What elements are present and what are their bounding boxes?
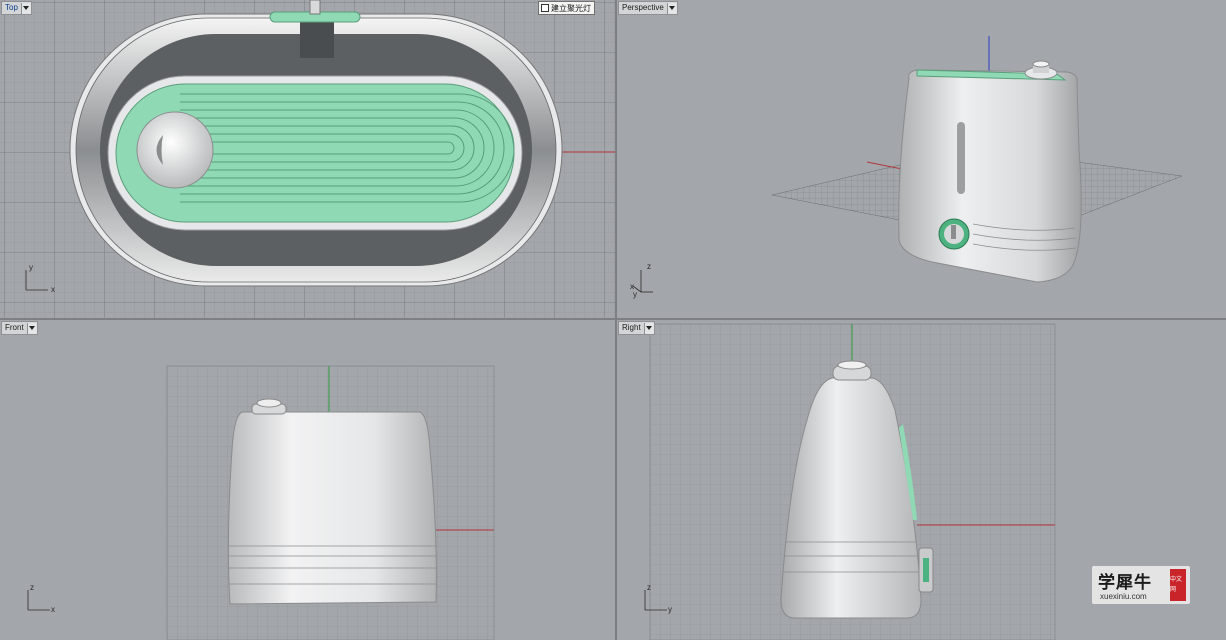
viewport-label: Front <box>5 323 24 332</box>
watermark-logo: 学犀牛 xuexiniu.com 中文网 <box>1092 566 1190 604</box>
front-viewport-scene[interactable] <box>0 320 615 640</box>
axis-label-y: y <box>29 263 33 272</box>
front-viewport[interactable]: Front z x <box>0 320 615 640</box>
top-viewport-scene[interactable] <box>0 0 615 318</box>
perspective-viewport-scene[interactable] <box>617 0 1226 318</box>
tab-top-viewport[interactable]: Top <box>1 1 32 15</box>
viewport-label: Perspective <box>622 3 664 12</box>
watermark-text: 学犀牛 <box>1098 573 1152 593</box>
axis-label-y: y <box>668 605 672 614</box>
chevron-down-icon[interactable] <box>20 2 31 14</box>
chevron-down-icon[interactable] <box>26 322 37 334</box>
watermark-seal: 中文网 <box>1170 569 1186 601</box>
viewport-label: Right <box>622 323 641 332</box>
axis-label-x: x <box>51 605 55 614</box>
axis-label-z: z <box>647 262 651 271</box>
tab-right-viewport[interactable]: Right <box>618 321 655 335</box>
viewport-label: Top <box>5 3 18 12</box>
axis-label-z: z <box>30 583 34 592</box>
chevron-down-icon[interactable] <box>666 2 677 14</box>
tab-front-viewport[interactable]: Front <box>1 321 38 335</box>
axis-label-x: x <box>51 285 55 294</box>
chevron-down-icon[interactable] <box>643 322 654 334</box>
tab-perspective-viewport[interactable]: Perspective <box>618 1 678 15</box>
watermark-url: xuexiniu.com <box>1100 592 1147 601</box>
axis-label-z: z <box>647 583 651 592</box>
spotlight-icon <box>541 4 549 12</box>
perspective-viewport[interactable]: Perspective z x y <box>617 0 1226 318</box>
top-viewport[interactable]: Top 建立聚光灯 y x <box>0 0 615 318</box>
spotlight-button[interactable]: 建立聚光灯 <box>538 1 595 15</box>
spotlight-label: 建立聚光灯 <box>551 3 591 13</box>
axis-label-y: y <box>633 290 637 299</box>
